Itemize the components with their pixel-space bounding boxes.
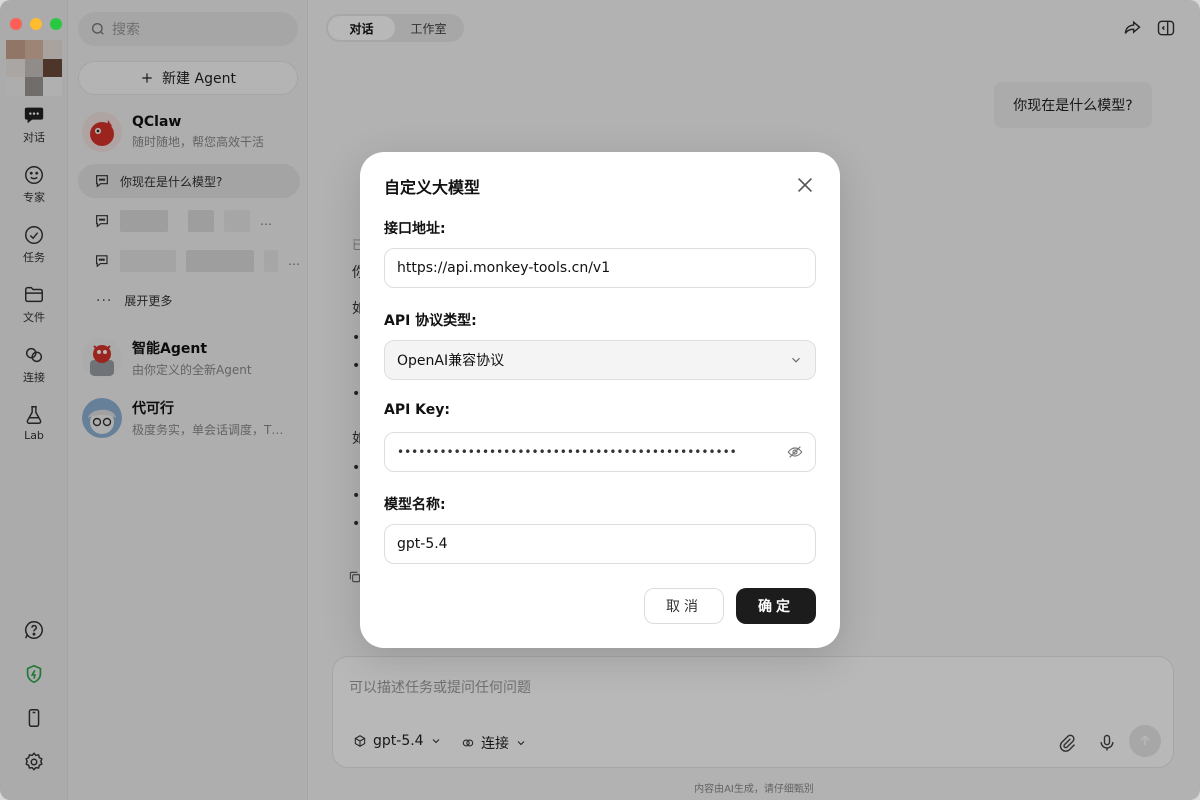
protocol-select[interactable]: OpenAI兼容协议	[384, 340, 816, 380]
confirm-button[interactable]: 确定	[736, 588, 816, 624]
eye-off-icon[interactable]	[787, 444, 803, 460]
minimize-window-button[interactable]	[30, 18, 42, 30]
app-window: 对话 专家 任务 文件 连接 Lab 搜索 新建 Agent QClaw 随时随…	[0, 0, 1200, 800]
protocol-label: API 协议类型:	[384, 313, 477, 329]
close-icon[interactable]	[794, 174, 816, 196]
apikey-label: API Key:	[384, 402, 451, 418]
zoom-window-button[interactable]	[50, 18, 62, 30]
chevron-down-icon	[792, 357, 800, 363]
endpoint-label: 接口地址:	[384, 221, 446, 237]
apikey-value: ••••••••••••••••••••••••••••••••••••••••…	[397, 445, 737, 459]
model-name-value: gpt-5.4	[397, 536, 448, 552]
protocol-value: OpenAI兼容协议	[397, 353, 505, 369]
endpoint-input[interactable]: https://api.monkey-tools.cn/v1	[384, 248, 816, 288]
model-name-input[interactable]: gpt-5.4	[384, 524, 816, 564]
model-name-label: 模型名称:	[384, 497, 446, 513]
window-controls	[10, 18, 62, 30]
endpoint-value: https://api.monkey-tools.cn/v1	[397, 260, 611, 276]
custom-model-dialog: 自定义大模型 接口地址: https://api.monkey-tools.cn…	[360, 152, 840, 648]
cancel-button[interactable]: 取消	[644, 588, 724, 624]
dialog-title: 自定义大模型	[384, 178, 481, 197]
apikey-input[interactable]: ••••••••••••••••••••••••••••••••••••••••…	[384, 432, 816, 472]
close-window-button[interactable]	[10, 18, 22, 30]
